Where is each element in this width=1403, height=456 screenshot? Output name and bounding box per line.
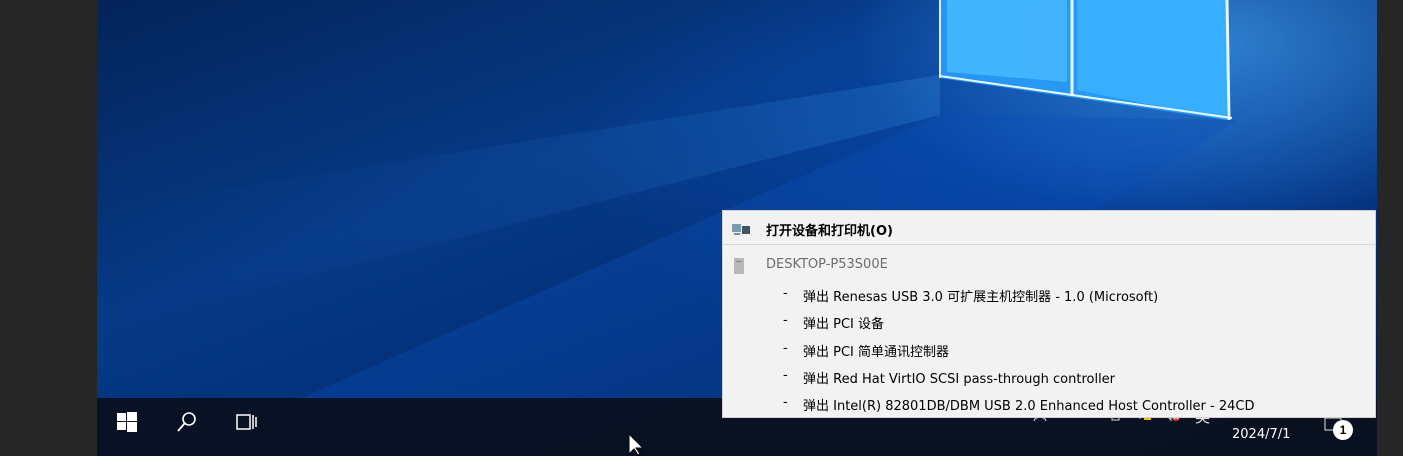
device-name: DESKTOP-P53S00E	[766, 257, 888, 272]
item-label: 弹出 PCI 简单通讯控制器	[803, 345, 950, 360]
item-dash: -	[783, 341, 788, 356]
devices-printers-icon	[732, 224, 750, 235]
eject-virtio-scsi-item[interactable]: - 弹出 Red Hat VirtIO SCSI pass-through co…	[723, 364, 1375, 388]
task-view-icon[interactable]	[229, 398, 265, 446]
item-dash: -	[783, 395, 788, 410]
eject-intel-usb-controller-item[interactable]: - 弹出 Intel(R) 82801DB/DBM USB 2.0 Enhanc…	[723, 391, 1375, 415]
notification-count-badge: 1	[1333, 420, 1353, 440]
device-header: DESKTOP-P53S00E	[723, 255, 1375, 277]
open-devices-and-printers-item[interactable]: 打开设备和打印机(O)	[723, 211, 1375, 245]
item-dash: -	[783, 286, 788, 301]
item-label: 弹出 Renesas USB 3.0 可扩展主机控制器 - 1.0 (Micro…	[803, 290, 1159, 305]
mouse-cursor-icon	[628, 433, 644, 456]
computer-icon	[734, 258, 744, 274]
item-label: 弹出 Red Hat VirtIO SCSI pass-through cont…	[803, 372, 1116, 387]
eject-pci-device-item[interactable]: - 弹出 PCI 设备	[723, 309, 1375, 333]
eject-device-menu: 打开设备和打印机(O) DESKTOP-P53S00E - 弹出 Renesas…	[722, 210, 1376, 418]
eject-pci-comm-controller-item[interactable]: - 弹出 PCI 简单通讯控制器	[723, 337, 1375, 361]
eject-renesas-usb-item[interactable]: - 弹出 Renesas USB 3.0 可扩展主机控制器 - 1.0 (Mic…	[723, 282, 1375, 306]
windows-start-icon[interactable]	[109, 398, 145, 446]
clock-date[interactable]: 2024/7/1	[1232, 427, 1290, 442]
item-dash: -	[783, 313, 788, 328]
item-label: 弹出 Intel(R) 82801DB/DBM USB 2.0 Enhanced…	[803, 399, 1255, 414]
item-label: 弹出 PCI 设备	[803, 317, 885, 332]
search-icon[interactable]	[169, 398, 205, 446]
item-dash: -	[783, 368, 788, 383]
open-devices-label: 打开设备和打印机(O)	[766, 224, 893, 239]
